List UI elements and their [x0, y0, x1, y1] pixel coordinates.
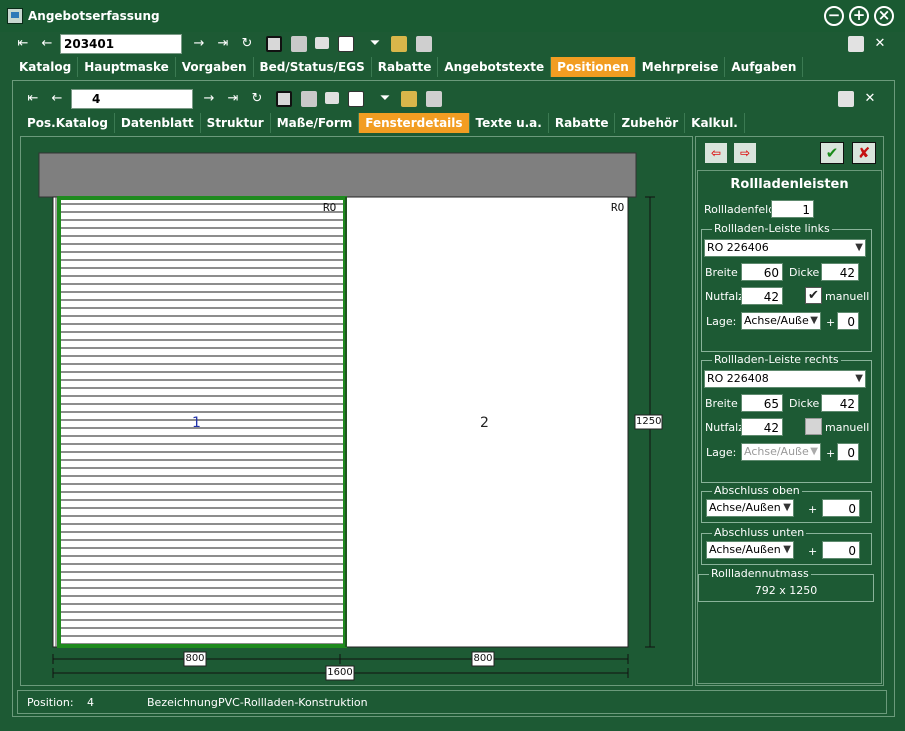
manuell-label: manuell — [825, 421, 870, 434]
abschluss-unten-offset-input[interactable]: 0 — [822, 541, 860, 559]
position-value: 4 — [87, 696, 94, 709]
lage-rechts-select[interactable]: Achse/Auße ▼ — [741, 443, 821, 461]
chevron-down-icon: ▼ — [855, 373, 863, 384]
plus-sign: + — [826, 447, 836, 460]
plus-sign: + — [826, 316, 836, 329]
plus-sign: + — [808, 503, 818, 516]
panel-heading: Rollladenleisten — [730, 177, 849, 192]
ro-label-right: RO — [611, 201, 625, 214]
chevron-down-icon: ▼ — [810, 315, 818, 326]
lage-links-offset-input[interactable]: 0 — [837, 312, 859, 330]
arrow-left-icon[interactable]: ⇦ — [705, 143, 727, 163]
lage-links-select[interactable]: Achse/Auße ▼ — [741, 312, 821, 330]
nutmass-value: 792 x 1250 — [754, 584, 818, 597]
rollladenfeld-input[interactable]: 1 — [771, 200, 814, 218]
dicke-links-input[interactable]: 42 — [821, 263, 859, 281]
total-width-dimension-label: 1600 — [327, 667, 353, 678]
chevron-down-icon: ▼ — [810, 446, 818, 457]
arrow-right-icon[interactable]: ⇨ — [734, 143, 756, 163]
plus-sign: + — [808, 545, 818, 558]
nutfalz-links-input[interactable]: 42 — [741, 287, 783, 305]
ro-label-left: RO — [323, 201, 337, 214]
lage-links-value: Achse/Auße — [744, 314, 809, 327]
status-bar: Position: 4 Bezeichnung: PVC-Rollladen-K… — [17, 690, 887, 714]
bezeichnung-value: PVC-Rollladen-Konstruktion — [218, 696, 368, 709]
nutfalz-label: Nutfalz — [705, 290, 744, 303]
manuell-links-checkbox[interactable]: ✔ — [805, 287, 822, 304]
abschluss-oben-offset-input[interactable]: 0 — [822, 499, 860, 517]
field-1-label: 1 — [192, 415, 201, 431]
abschluss-unten-title: Abschluss unten — [712, 526, 807, 539]
abschluss-oben-title: Abschluss oben — [712, 484, 802, 497]
leiste-rechts-title: Rollladen-Leiste rechts — [712, 353, 841, 366]
height-dimension-label: 1250 — [636, 416, 662, 427]
position-label: Position: — [27, 696, 74, 709]
chevron-down-icon: ▼ — [783, 544, 791, 555]
manuell-label: manuell — [825, 290, 870, 303]
breite-links-input[interactable]: 60 — [741, 263, 783, 281]
abschluss-oben-value: Achse/Außen — [709, 501, 781, 514]
lage-rechts-value: Achse/Auße — [744, 445, 809, 458]
leiste-rechts-profile-select[interactable]: RO 226408 ▼ — [704, 370, 866, 388]
field-2-label: 2 — [480, 415, 489, 431]
confirm-check-icon[interactable]: ✔ — [820, 142, 844, 164]
dicke-label: Dicke — [789, 397, 820, 410]
shutter-box — [38, 152, 637, 198]
lage-label: Lage: — [706, 315, 737, 328]
breite-label: Breite — [705, 397, 738, 410]
bezeichnung-label: Bezeichnung: — [147, 696, 222, 709]
dicke-rechts-input[interactable]: 42 — [821, 394, 859, 412]
dicke-label: Dicke — [789, 266, 820, 279]
left-width-dimension-label: 800 — [185, 653, 205, 664]
nutfalz-rechts-input[interactable]: 42 — [741, 418, 783, 436]
chevron-down-icon: ▼ — [783, 502, 791, 513]
breite-label: Breite — [705, 266, 738, 279]
lage-label: Lage: — [706, 446, 737, 459]
cancel-x-icon[interactable]: ✘ — [852, 142, 876, 164]
leiste-links-profile-select[interactable]: RO 226406 ▼ — [704, 239, 866, 257]
abschluss-oben-select[interactable]: Achse/Außen ▼ — [706, 499, 794, 517]
chevron-down-icon: ▼ — [855, 242, 863, 253]
abschluss-unten-value: Achse/Außen — [709, 543, 781, 556]
breite-rechts-input[interactable]: 65 — [741, 394, 783, 412]
leiste-links-title: Rollladen-Leiste links — [712, 222, 832, 235]
right-width-dimension-label: 800 — [473, 653, 493, 664]
leiste-links-profile-value: RO 226406 — [707, 241, 769, 254]
leiste-rechts-profile-value: RO 226408 — [707, 372, 769, 385]
manuell-rechts-checkbox[interactable] — [805, 418, 822, 435]
nutmass-title: Rollladennutmass — [709, 567, 811, 580]
rollladenfeld-label: Rollladenfeld — [704, 203, 776, 216]
lage-rechts-offset-input[interactable]: 0 — [837, 443, 859, 461]
nutfalz-label: Nutfalz — [705, 421, 744, 434]
abschluss-unten-select[interactable]: Achse/Außen ▼ — [706, 541, 794, 559]
